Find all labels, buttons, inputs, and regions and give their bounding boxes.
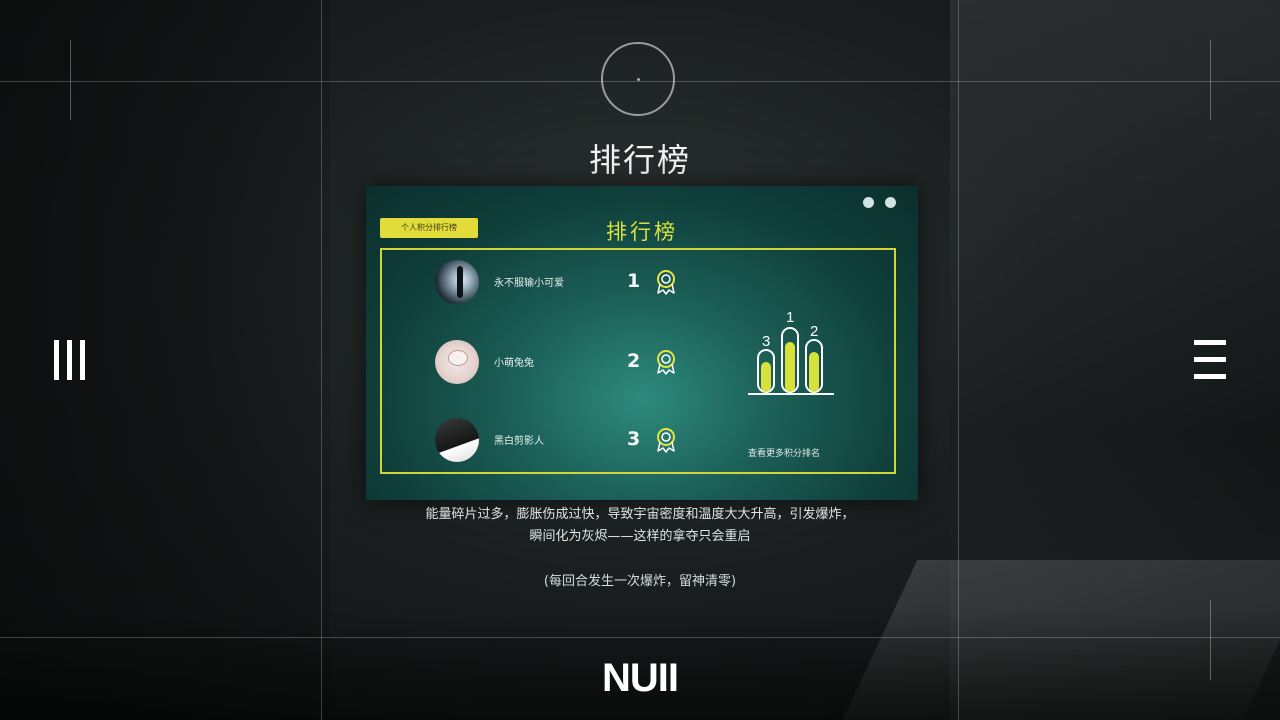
leaderboard-board: 永不服输小可爱 1 小萌兔兔 2 黑白剪影人 3 3 1 2 查看更多积分排名 [380, 248, 896, 474]
player-name: 黑白剪影人 [494, 436, 544, 447]
leaderboard-card: 个人积分排行榜 排行榜 永不服输小可爱 1 小萌兔兔 2 黑白剪影人 3 3 1… [366, 186, 918, 500]
award-medal-icon [657, 350, 675, 375]
bottom-label[interactable]: NUII [560, 656, 720, 701]
leaderboard-row[interactable]: 永不服输小可爱 1 [382, 260, 682, 304]
grid-line [958, 0, 959, 720]
podium-chart-icon: 3 1 2 [748, 309, 834, 395]
background-pier [842, 560, 1280, 720]
leaderboard-row[interactable]: 小萌兔兔 2 [382, 340, 682, 384]
target-circle-icon [601, 42, 675, 116]
grid-tick [1210, 40, 1211, 120]
three-bars-icon[interactable] [46, 336, 94, 384]
card-dot[interactable] [885, 197, 896, 208]
grid-tick [70, 40, 71, 120]
more-ranking-note[interactable]: 查看更多积分排名 [748, 446, 820, 459]
card-title: 排行榜 [606, 220, 678, 244]
rank-number: 3 [627, 428, 641, 450]
description-text: 能量碎片过多，膨胀伤成过快，导致宇宙密度和温度大大升高，引发爆炸，瞬间化为灰烬—… [425, 507, 855, 544]
podium-label: 3 [762, 333, 770, 350]
card-dot[interactable] [863, 197, 874, 208]
rank-number: 1 [627, 270, 641, 292]
avatar [435, 340, 479, 384]
description-note: (每回合发生一次爆炸，留神清零) [543, 574, 737, 589]
hamburger-menu-icon[interactable] [1186, 336, 1234, 384]
grid-line [0, 637, 1280, 638]
player-name: 小萌兔兔 [494, 358, 534, 369]
page-title: 排行榜 [588, 141, 691, 179]
player-name: 永不服输小可爱 [494, 278, 564, 289]
leaderboard-row[interactable]: 黑白剪影人 3 [382, 418, 682, 462]
award-medal-icon [657, 428, 675, 453]
award-medal-icon [657, 270, 675, 295]
podium-label: 2 [810, 323, 818, 340]
leaderboard-tag: 个人积分排行榜 [380, 218, 478, 238]
avatar [435, 418, 479, 462]
podium-label: 1 [786, 309, 794, 326]
avatar [435, 260, 479, 304]
rank-number: 2 [627, 350, 641, 372]
grid-tick [1210, 600, 1211, 680]
grid-line [321, 0, 322, 720]
